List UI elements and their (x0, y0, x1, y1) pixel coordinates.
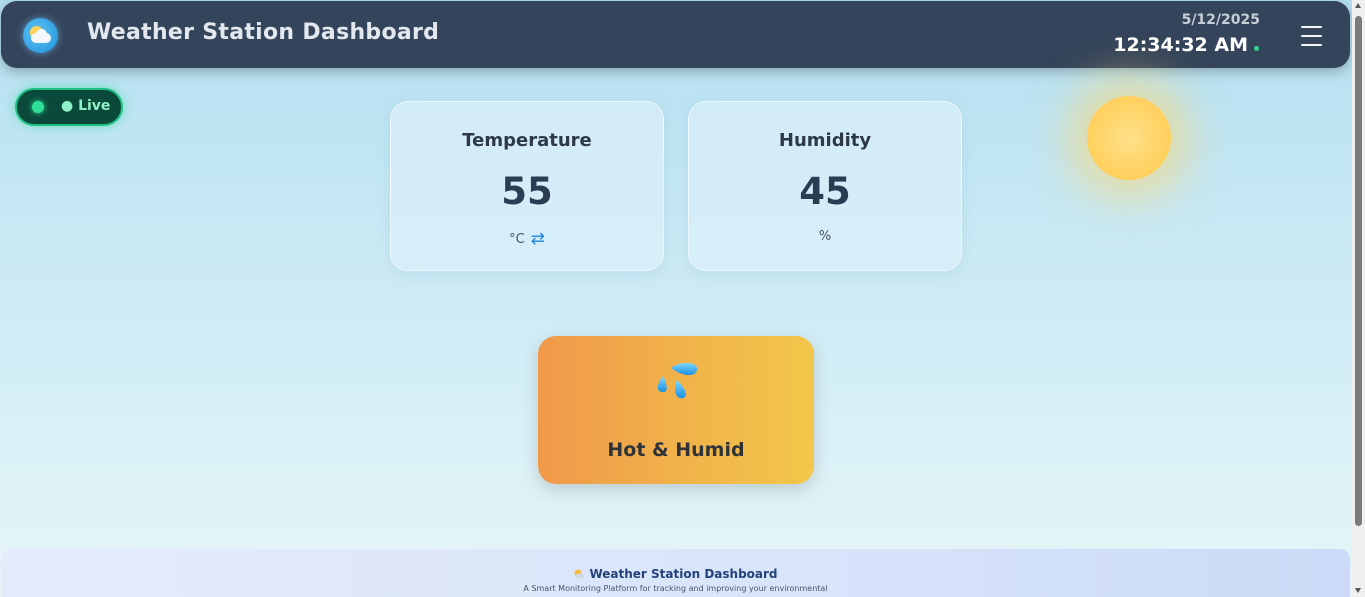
hamburger-menu-icon[interactable] (1301, 26, 1322, 46)
footer: Weather Station Dashboard A Smart Monito… (1, 549, 1350, 597)
humidity-card: Humidity 45 % (688, 101, 962, 271)
footer-title-row: Weather Station Dashboard (1, 567, 1350, 581)
live-label: ● Live (61, 98, 111, 114)
scroll-up-arrow-icon[interactable] (1355, 3, 1361, 8)
humidity-unit: % (818, 229, 832, 244)
humidity-title: Humidity (778, 130, 872, 151)
header-bar: Weather Station Dashboard 5/12/2025 12:3… (1, 1, 1350, 68)
footer-title: Weather Station Dashboard (589, 567, 778, 581)
temperature-unit-row: °C ⇄ (391, 229, 663, 249)
footer-subtitle: A Smart Monitoring Platform for tracking… (523, 584, 828, 593)
weather-partly-cloudy-icon (574, 569, 585, 579)
temperature-unit: °C (509, 232, 525, 247)
unit-swap-icon[interactable]: ⇄ (531, 229, 545, 249)
scrollbar-thumb[interactable] (1355, 16, 1362, 526)
water-drops-icon (657, 362, 698, 399)
live-dot-icon (32, 101, 44, 113)
live-status-badge: ● Live (15, 88, 123, 126)
weather-status-label: Hot & Humid (607, 439, 745, 461)
humidity-value: 45 (799, 170, 851, 213)
page-scrollbar[interactable] (1352, 0, 1365, 597)
live-indicator-dot (1254, 46, 1259, 51)
weather-status-card: Hot & Humid (538, 336, 814, 484)
header-time: 12:34:32 AM (1113, 34, 1248, 56)
temperature-value: 55 (501, 170, 553, 213)
weather-partly-cloudy-icon (23, 18, 58, 53)
sun-decoration (1087, 96, 1171, 180)
temperature-card: Temperature 55 °C ⇄ (390, 101, 664, 271)
app-title: Weather Station Dashboard (87, 20, 440, 45)
temperature-title: Temperature (462, 130, 592, 151)
header-date: 5/12/2025 (1181, 12, 1260, 28)
scroll-down-arrow-icon[interactable] (1355, 588, 1361, 593)
